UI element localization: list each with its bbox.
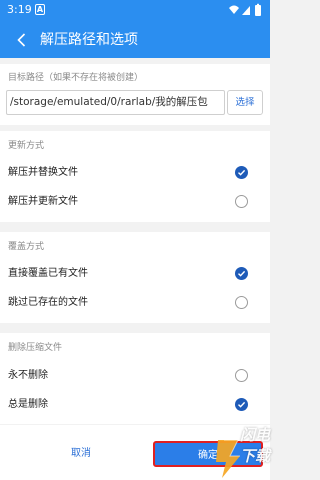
option-label: 跳过已存在的文件 <box>8 297 88 308</box>
option-label: 总是删除 <box>8 399 48 410</box>
app-bar: 解压路径和选项 <box>0 22 270 58</box>
option-row[interactable]: 总是删除 <box>0 393 270 417</box>
path-input[interactable]: /storage/emulated/0/rarlab/我的解压包 <box>6 90 225 115</box>
radio-unchecked-icon[interactable] <box>235 369 248 382</box>
update-mode-header: 更新方式 <box>8 141 45 151</box>
notification-a-icon: A <box>35 4 45 15</box>
select-button[interactable]: 选择 <box>227 90 263 115</box>
option-row[interactable]: 解压并更新文件 <box>0 190 270 214</box>
option-row[interactable]: 解压并替换文件 <box>0 161 270 185</box>
option-row[interactable]: 永不删除 <box>0 364 270 388</box>
target-path-header: 目标路径（如果不存在将被创建） <box>8 73 144 83</box>
radio-unchecked-icon[interactable] <box>235 195 248 208</box>
radio-checked-icon[interactable] <box>235 267 248 280</box>
option-row[interactable]: 直接覆盖已有文件 <box>0 262 270 286</box>
cancel-button[interactable]: 取消 <box>32 443 130 465</box>
radio-checked-icon[interactable] <box>235 398 248 411</box>
option-row[interactable]: 跳过已存在的文件 <box>0 291 270 315</box>
page-title: 解压路径和选项 <box>40 32 138 48</box>
delete-archive-header: 删除压缩文件 <box>8 343 63 353</box>
back-arrow-icon[interactable] <box>12 30 32 50</box>
overwrite-mode-header: 覆盖方式 <box>8 242 45 252</box>
option-label: 永不删除 <box>8 370 48 381</box>
radio-checked-icon[interactable] <box>235 166 248 179</box>
path-input-value: /storage/emulated/0/rarlab/我的解压包 <box>10 96 208 108</box>
status-time: 3:19 <box>7 3 32 16</box>
status-bar: 3:19 A <box>0 0 270 22</box>
option-label: 解压并替换文件 <box>8 167 78 178</box>
radio-unchecked-icon[interactable] <box>235 296 248 309</box>
option-label: 直接覆盖已有文件 <box>8 268 88 279</box>
wifi-cell-battery-icon <box>229 3 261 16</box>
watermark-text: 闪电下载 <box>240 426 271 465</box>
option-label: 解压并更新文件 <box>8 196 78 207</box>
